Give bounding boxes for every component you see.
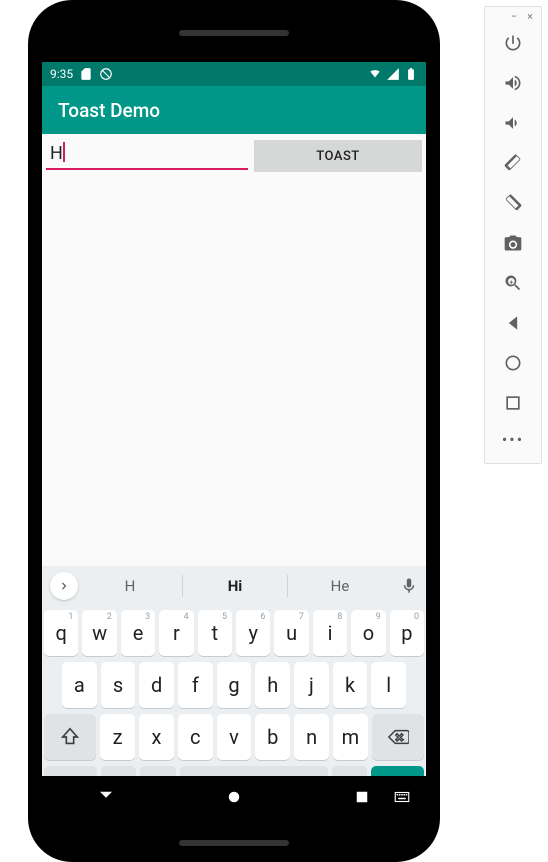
key-t[interactable]: t5 xyxy=(198,610,232,656)
key-s[interactable]: s xyxy=(101,662,136,708)
key-u[interactable]: u7 xyxy=(274,610,308,656)
status-time: 9:35 xyxy=(50,67,73,81)
nav-home-button[interactable] xyxy=(224,787,244,807)
phone-screen: 9:35 Toast Demo TOAST xyxy=(42,62,426,818)
nav-back-button[interactable] xyxy=(96,787,116,807)
key-c[interactable]: c xyxy=(178,714,213,760)
sdcard-icon xyxy=(79,67,93,81)
key-f[interactable]: f xyxy=(178,662,213,708)
status-bar: 9:35 xyxy=(42,62,426,86)
app-bar: Toast Demo xyxy=(42,86,426,134)
suggestion-item-2[interactable]: He xyxy=(288,566,392,606)
text-input-field[interactable] xyxy=(46,140,248,170)
voice-input-button[interactable] xyxy=(392,577,426,595)
emulator-rotate-left-button[interactable] xyxy=(485,143,541,183)
phone-speaker-top xyxy=(179,30,289,36)
emulator-back-button[interactable] xyxy=(485,303,541,343)
expand-suggestions-button[interactable] xyxy=(50,572,78,600)
key-j[interactable]: j xyxy=(294,662,329,708)
suggestion-item-1[interactable]: Hi xyxy=(183,566,287,606)
close-icon[interactable]: × xyxy=(525,11,535,21)
phone-frame: 9:35 Toast Demo TOAST xyxy=(28,0,440,862)
suggestion-strip: H Hi He xyxy=(42,566,426,606)
key-q[interactable]: q1 xyxy=(44,610,78,656)
key-d[interactable]: d xyxy=(139,662,174,708)
key-h[interactable]: h xyxy=(255,662,290,708)
app-title: Toast Demo xyxy=(58,99,160,122)
key-e[interactable]: e3 xyxy=(121,610,155,656)
key-b[interactable]: b xyxy=(255,714,290,760)
key-k[interactable]: k xyxy=(333,662,368,708)
key-m[interactable]: m xyxy=(333,714,368,760)
key-a[interactable]: a xyxy=(62,662,97,708)
phone-speaker-bottom xyxy=(179,840,289,846)
key-o[interactable]: o9 xyxy=(351,610,385,656)
key-r[interactable]: r4 xyxy=(159,610,193,656)
android-nav-bar xyxy=(42,776,426,818)
key-l[interactable]: l xyxy=(371,662,406,708)
wifi-icon xyxy=(368,67,382,81)
emulator-overview-button[interactable] xyxy=(485,383,541,423)
emulator-more-button[interactable]: ••• xyxy=(485,423,541,455)
key-n[interactable]: n xyxy=(294,714,329,760)
key-w[interactable]: w2 xyxy=(82,610,116,656)
minimize-icon[interactable]: − xyxy=(509,11,519,21)
key-g[interactable]: g xyxy=(217,662,252,708)
no-sim-icon xyxy=(99,67,113,81)
emulator-power-button[interactable] xyxy=(485,23,541,63)
emulator-zoom-button[interactable] xyxy=(485,263,541,303)
emulator-volume-up-button[interactable] xyxy=(485,63,541,103)
key-p[interactable]: p0 xyxy=(390,610,424,656)
shift-key[interactable] xyxy=(44,714,96,760)
emulator-volume-down-button[interactable] xyxy=(485,103,541,143)
blank-area xyxy=(42,176,426,566)
backspace-key[interactable] xyxy=(372,714,424,760)
nav-overview-button[interactable] xyxy=(352,787,372,807)
key-x[interactable]: x xyxy=(139,714,174,760)
key-y[interactable]: y6 xyxy=(236,610,270,656)
emulator-home-button[interactable] xyxy=(485,343,541,383)
text-cursor xyxy=(63,142,65,162)
suggestion-item-0[interactable]: H xyxy=(78,566,182,606)
key-i[interactable]: i8 xyxy=(313,610,347,656)
app-content: TOAST H Hi He q1w2e3r4t5y6u7i8o9p0 asdfg… xyxy=(42,134,426,818)
emulator-screenshot-button[interactable] xyxy=(485,223,541,263)
emulator-rotate-right-button[interactable] xyxy=(485,183,541,223)
toast-button[interactable]: TOAST xyxy=(254,140,422,172)
emulator-window-controls: − × xyxy=(485,7,541,23)
text-input[interactable] xyxy=(46,140,248,170)
key-v[interactable]: v xyxy=(217,714,252,760)
key-z[interactable]: z xyxy=(100,714,135,760)
battery-icon xyxy=(404,67,418,81)
signal-icon xyxy=(386,67,400,81)
emulator-controls-panel: − × ••• xyxy=(484,6,542,464)
nav-keyboard-toggle[interactable] xyxy=(392,787,412,807)
